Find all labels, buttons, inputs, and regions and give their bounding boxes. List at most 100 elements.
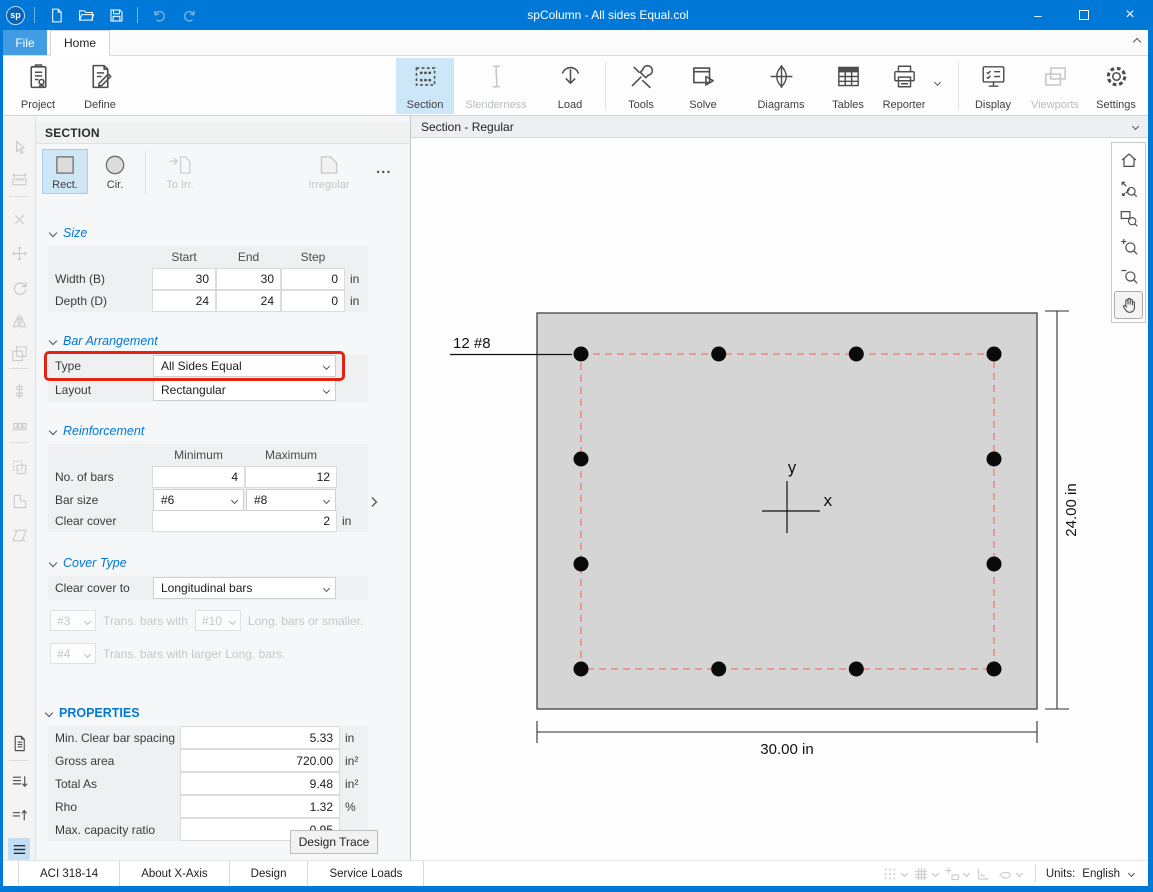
load-icon xyxy=(556,62,585,91)
more-options-button[interactable]: ... xyxy=(376,160,392,177)
drawing-canvas[interactable]: 12 #8 y x 24.00 in 30.00 in xyxy=(411,138,1148,860)
ribbon-tools-button[interactable]: Tools xyxy=(611,58,671,114)
ribbon-project-button[interactable]: Project xyxy=(8,58,68,114)
undo-button[interactable] xyxy=(147,3,171,27)
ribbon-tables-button[interactable]: Tables xyxy=(818,58,878,114)
layout-dropdown[interactable]: Rectangular xyxy=(153,379,336,401)
depth-start-input[interactable]: 24 xyxy=(152,290,216,312)
rebar xyxy=(573,346,589,362)
rebar xyxy=(711,661,727,677)
zoom-window-button[interactable] xyxy=(1114,204,1143,232)
status-design-code[interactable]: ACI 318-14 xyxy=(18,861,121,886)
property-value: 720.00 xyxy=(180,749,340,772)
bar-size-max-dropdown[interactable]: #8 xyxy=(246,489,336,511)
section-panel-title: SECTION xyxy=(36,122,410,144)
reinforcement-group-header[interactable]: Reinforcement xyxy=(36,424,410,438)
ribbon-reporter-button[interactable]: Reporter xyxy=(874,58,934,114)
redo-button[interactable] xyxy=(177,3,201,27)
view-dropdown-icon[interactable] xyxy=(1131,122,1140,131)
chevron-down-icon xyxy=(83,617,92,626)
status-separator xyxy=(1034,865,1036,882)
clear-cover-unit: in xyxy=(342,514,352,528)
menu-hamburger-icon[interactable] xyxy=(8,838,30,860)
bar-size-min-dropdown[interactable]: #6 xyxy=(153,489,244,511)
depth-step-input[interactable]: 0 xyxy=(281,290,345,312)
rect-shape-button[interactable]: Rect. xyxy=(42,149,88,194)
tab-home[interactable]: Home xyxy=(50,30,110,56)
property-value: 5.33 xyxy=(180,726,340,749)
property-unit: in xyxy=(345,730,355,745)
bar-size-expand-button[interactable] xyxy=(361,491,387,513)
size-group-header[interactable]: Size xyxy=(36,226,410,240)
pan-button[interactable] xyxy=(1114,291,1143,319)
zoom-out-button[interactable] xyxy=(1114,262,1143,290)
ribbon-section-button[interactable]: Section xyxy=(396,58,454,114)
bar-size-label: Bar size xyxy=(55,493,99,507)
status-load-type[interactable]: Service Loads xyxy=(308,861,425,886)
close-button[interactable]: × xyxy=(1107,0,1153,30)
open-file-button[interactable] xyxy=(74,3,98,27)
design-trace-button[interactable]: Design Trace xyxy=(290,830,378,854)
zoom-home-button[interactable] xyxy=(1114,146,1143,174)
distribute-horizontal-icon xyxy=(8,414,30,436)
property-value: 9.48 xyxy=(180,772,340,795)
width-end-input[interactable]: 30 xyxy=(216,268,281,290)
window-title: spColumn - All sides Equal.col xyxy=(527,8,689,22)
status-run-axis[interactable]: About X-Axis xyxy=(120,861,230,886)
list-down-icon[interactable] xyxy=(8,770,30,792)
bar-arrangement-group-header[interactable]: Bar Arrangement xyxy=(36,334,410,348)
property-unit: in² xyxy=(345,776,359,791)
save-button[interactable] xyxy=(104,3,128,27)
ribbon-settings-label: Settings xyxy=(1096,99,1136,111)
view-header[interactable]: Section - Regular xyxy=(411,116,1148,138)
ribbon-diagrams-button[interactable]: Diagrams xyxy=(748,58,814,114)
ribbon-define-button[interactable]: Define xyxy=(70,58,130,114)
circle-shape-button[interactable]: Cir. xyxy=(93,150,137,193)
clear-cover-input[interactable]: 2 xyxy=(152,510,337,532)
ribbon-settings-button[interactable]: Settings xyxy=(1086,58,1146,114)
zoom-extents-button[interactable] xyxy=(1114,175,1143,203)
chevron-down-icon xyxy=(1015,869,1023,878)
bars-max-input[interactable]: 12 xyxy=(245,466,337,488)
type-dropdown[interactable]: All Sides Equal xyxy=(153,355,336,377)
minimize-button[interactable]: – xyxy=(1015,0,1061,30)
list-up-icon[interactable] xyxy=(8,804,30,826)
depth-end-input[interactable]: 24 xyxy=(216,290,281,312)
clear-cover-to-dropdown[interactable]: Longitudinal bars xyxy=(153,577,336,599)
tab-file[interactable]: File xyxy=(3,30,47,55)
ribbon-tools-label: Tools xyxy=(628,99,654,111)
width-step-input[interactable]: 0 xyxy=(281,268,345,290)
zoom-in-button[interactable] xyxy=(1114,233,1143,261)
window-bottom-edge xyxy=(0,886,1153,892)
snap-button xyxy=(944,861,970,886)
app-logo[interactable]: sp xyxy=(6,5,25,25)
rebar xyxy=(573,556,589,572)
measure-icon xyxy=(8,168,30,190)
ribbon-display-button[interactable]: Display xyxy=(963,58,1023,114)
width-row-label: Width (B) xyxy=(55,272,106,286)
rebar xyxy=(573,451,589,467)
cover-type-group-header[interactable]: Cover Type xyxy=(36,556,410,570)
collapse-ribbon-icon[interactable] xyxy=(1132,37,1142,47)
chevron-down-icon xyxy=(322,362,331,371)
new-file-button[interactable] xyxy=(44,3,68,27)
tab-home-label: Home xyxy=(63,36,96,50)
units-selector[interactable]: Units: English xyxy=(1046,861,1148,886)
mirror-icon xyxy=(8,310,30,332)
ribbon-solve-button[interactable]: Solve xyxy=(673,58,733,114)
ribbon-section-label: Section xyxy=(406,99,444,111)
ribbon-load-button[interactable]: Load xyxy=(540,58,600,114)
status-run-option[interactable]: Design xyxy=(230,861,309,886)
display-icon xyxy=(979,62,1008,91)
ribbon-define-label: Define xyxy=(84,99,116,111)
properties-group-header[interactable]: PROPERTIES xyxy=(36,706,410,720)
reporter-icon xyxy=(890,62,919,91)
reporter-dropdown-icon[interactable] xyxy=(933,78,942,87)
width-start-input[interactable]: 30 xyxy=(152,268,216,290)
bar-arrangement-table: Type All Sides Equal Layout Rectangular xyxy=(44,351,368,402)
maximize-button[interactable] xyxy=(1061,0,1107,30)
units-label: Units: xyxy=(1045,867,1076,880)
size-col-end: End xyxy=(237,250,260,264)
bars-min-input[interactable]: 4 xyxy=(152,466,245,488)
zoom-in-icon xyxy=(1119,237,1139,257)
